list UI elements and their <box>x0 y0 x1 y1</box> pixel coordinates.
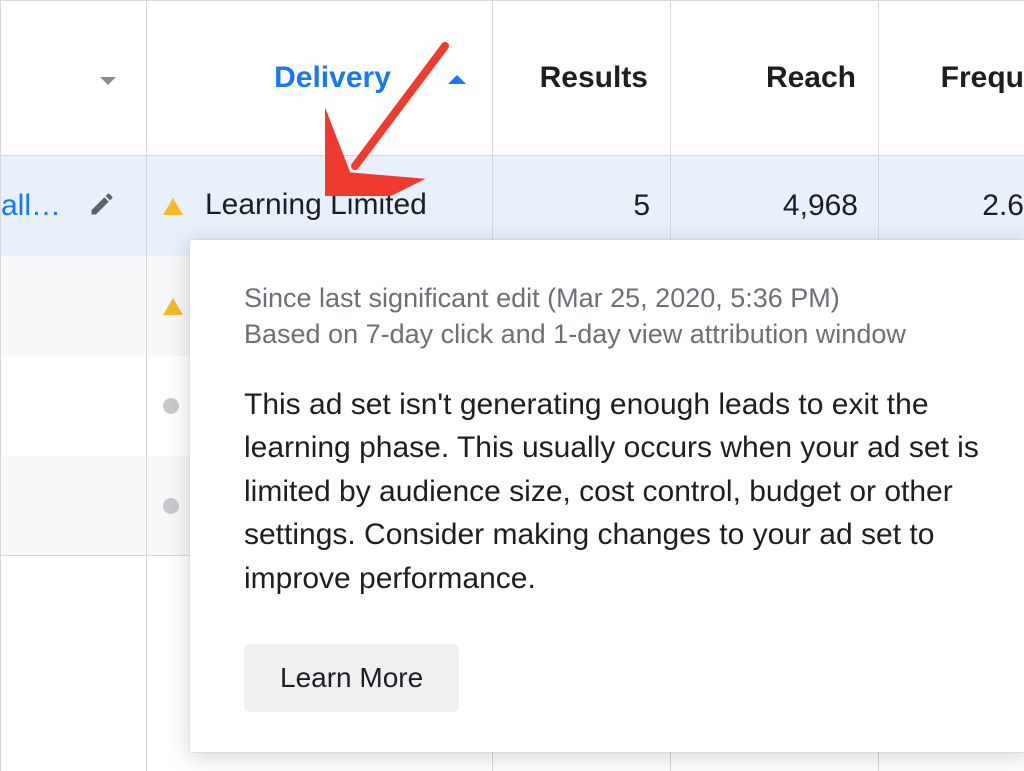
column-label: Frequ <box>941 61 1024 94</box>
tooltip-meta: Since last significant edit (Mar 25, 202… <box>244 280 988 353</box>
pencil-icon[interactable] <box>88 190 116 218</box>
column-label: Delivery <box>274 61 391 94</box>
reach-value: 4,968 <box>671 189 878 223</box>
column-header-delivery[interactable]: Delivery <box>147 1 493 156</box>
column-label: Reach <box>766 61 856 94</box>
name-cell[interactable] <box>1 356 147 456</box>
status-dot-icon <box>163 498 179 514</box>
name-cell[interactable]: all… <box>1 156 147 256</box>
column-header-frequency[interactable]: Frequ <box>879 1 1024 156</box>
learning-limited-tooltip: Since last significant edit (Mar 25, 202… <box>190 240 1024 752</box>
column-header-results[interactable]: Results <box>493 1 671 156</box>
results-value: 5 <box>493 189 670 223</box>
name-cell[interactable] <box>1 456 147 556</box>
status-dot-icon <box>163 398 179 414</box>
table-header-row: Delivery Results Reach Frequ <box>1 1 1024 156</box>
column-header-first[interactable] <box>1 1 147 156</box>
learn-more-button[interactable]: Learn More <box>244 644 459 712</box>
tooltip-body: This ad set isn't generating enough lead… <box>244 383 988 601</box>
caret-down-icon <box>100 77 116 85</box>
tooltip-meta-line2: Based on 7-day click and 1-day view attr… <box>244 316 988 352</box>
column-header-reach[interactable]: Reach <box>671 1 879 156</box>
sort-ascending-icon <box>448 75 466 84</box>
name-cell[interactable] <box>1 256 147 356</box>
delivery-status: Learning Limited <box>205 188 427 222</box>
column-label: Results <box>540 61 648 94</box>
tooltip-meta-line1: Since last significant edit (Mar 25, 202… <box>244 280 988 316</box>
ad-set-name[interactable]: all… <box>1 189 61 223</box>
frequency-value: 2.6 <box>879 189 1024 223</box>
warning-icon <box>163 198 183 215</box>
warning-icon <box>163 298 183 315</box>
